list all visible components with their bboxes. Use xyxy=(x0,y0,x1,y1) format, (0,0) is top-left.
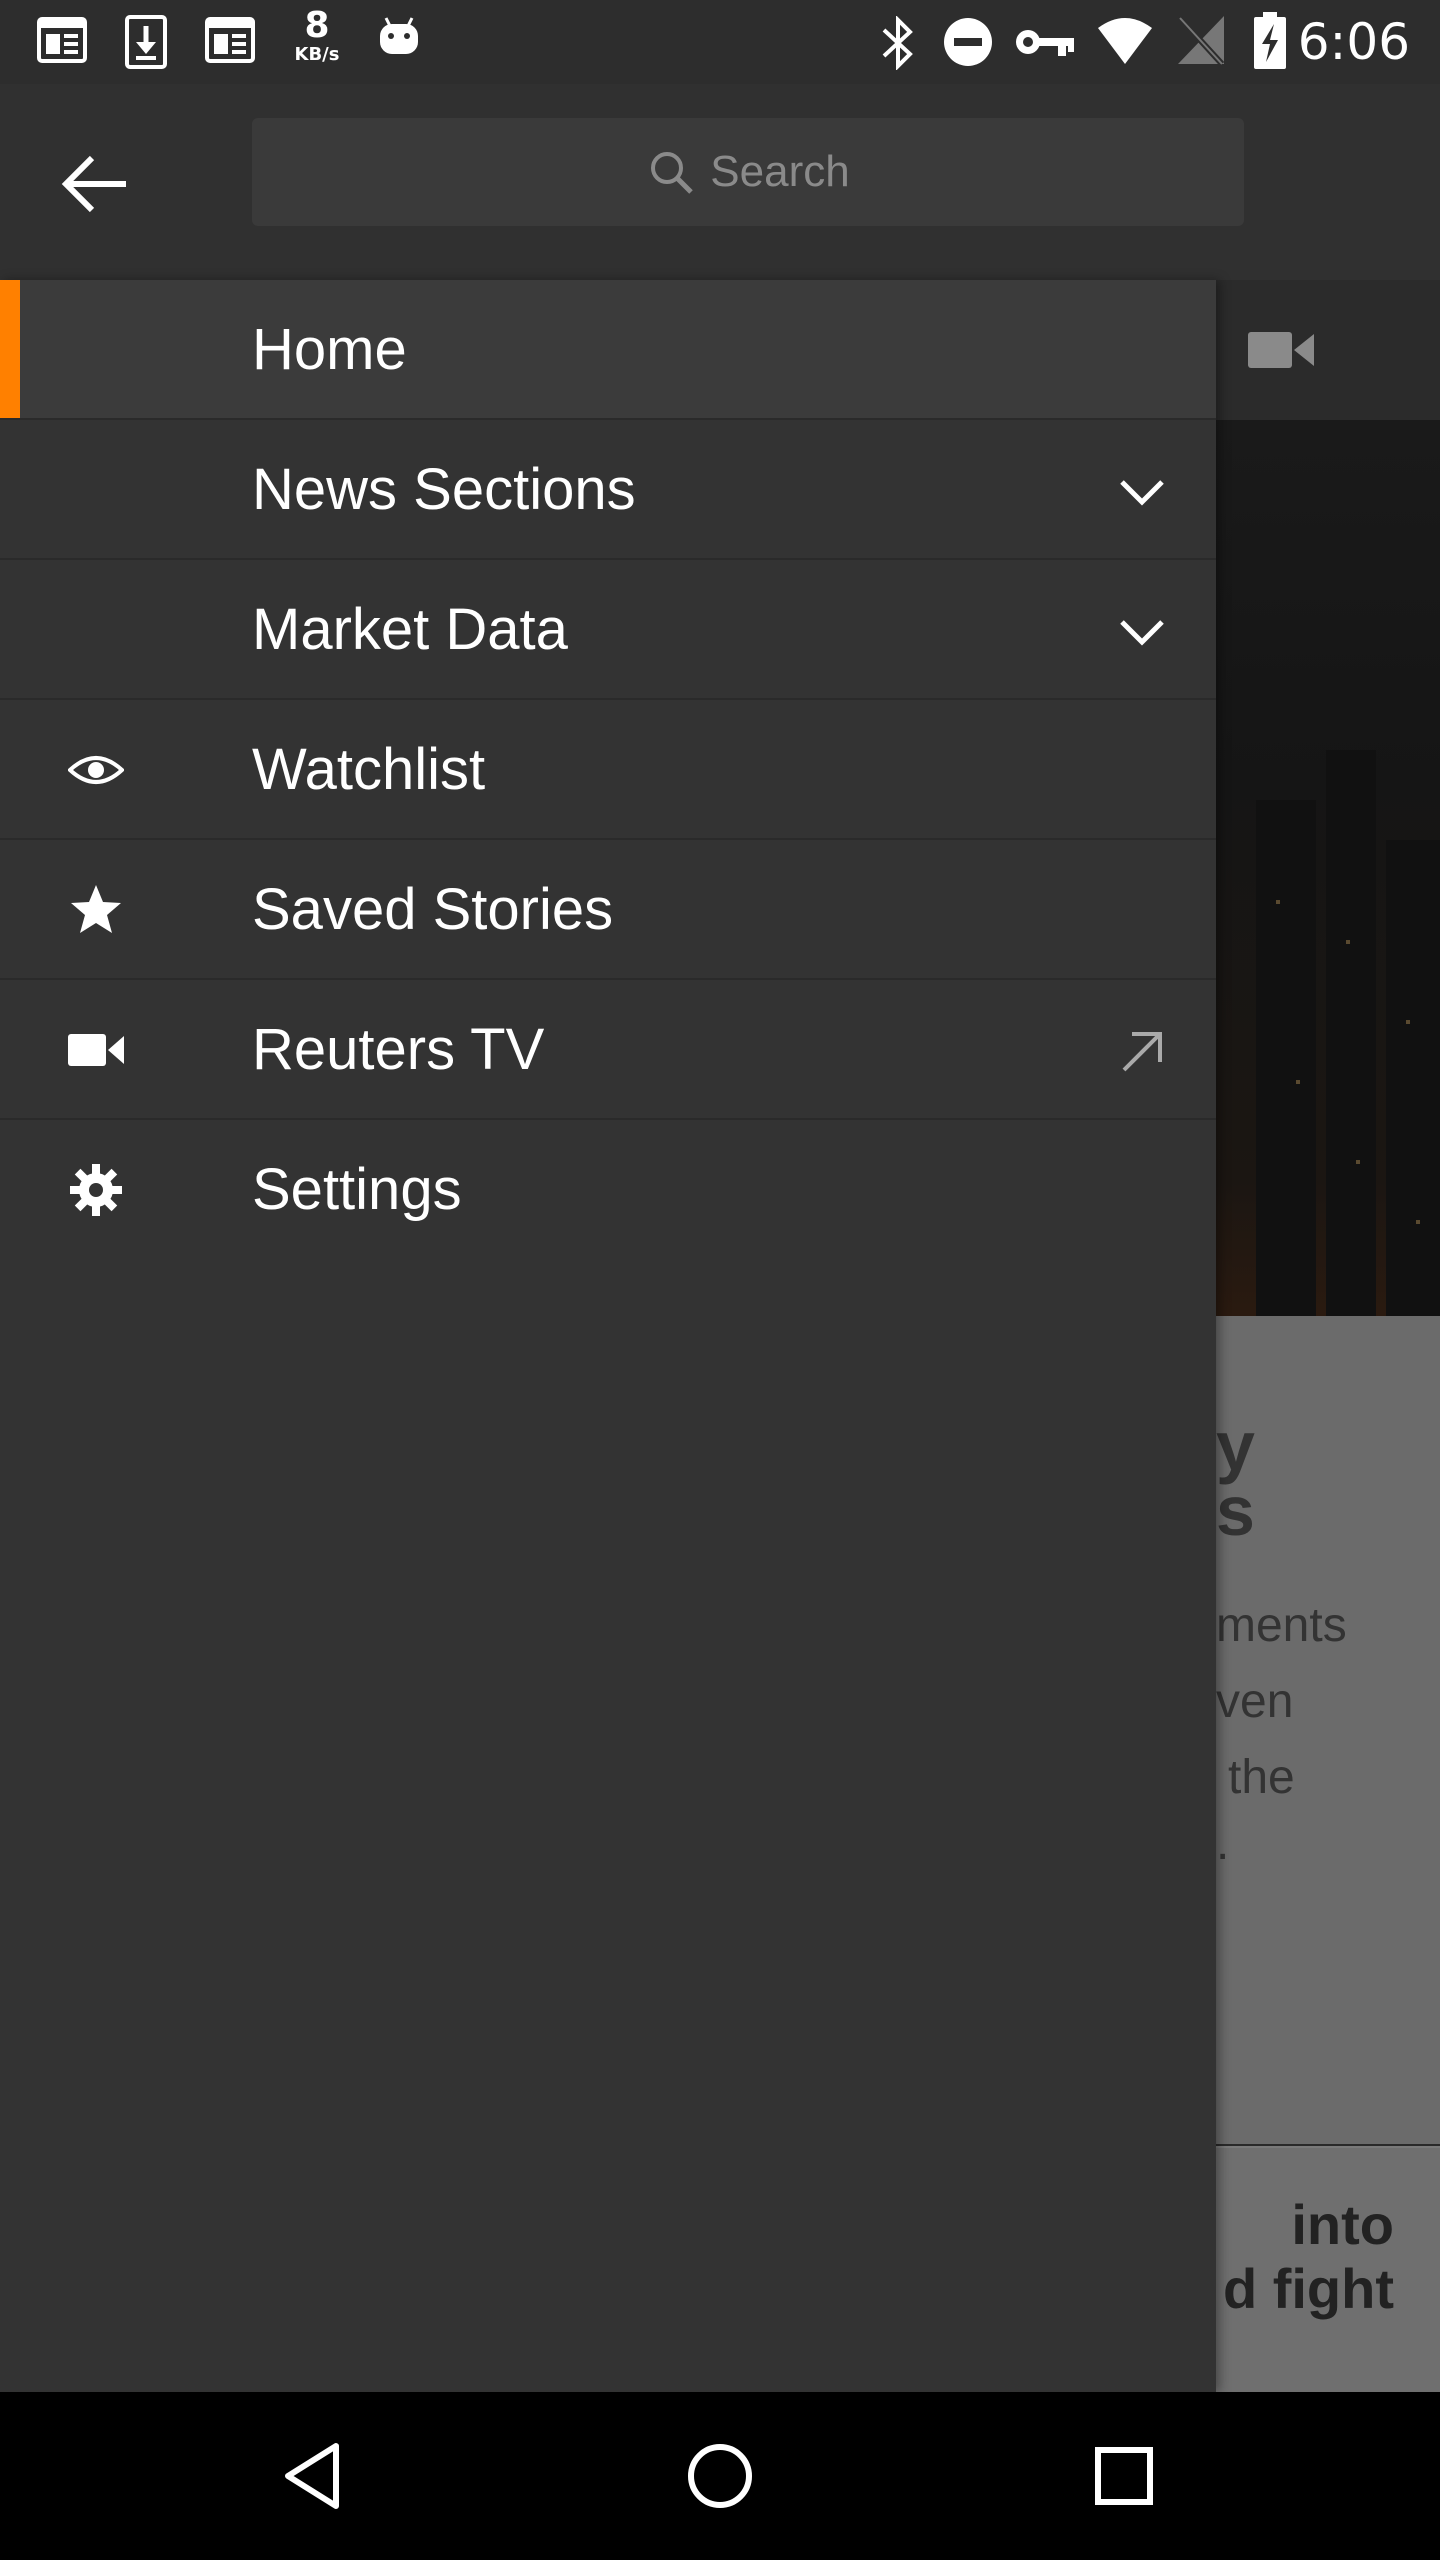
search-input[interactable]: Search xyxy=(252,118,1244,226)
do-not-disturb-icon xyxy=(944,18,992,66)
clock: 6:06 xyxy=(1297,13,1410,71)
back-arrow-icon[interactable] xyxy=(56,144,136,224)
search-icon xyxy=(651,152,694,194)
menu-item-reuters-tv[interactable]: Reuters TV xyxy=(0,980,1216,1120)
gear-icon xyxy=(70,1164,122,1216)
wifi-icon xyxy=(1098,18,1152,64)
active-indicator xyxy=(0,280,20,418)
top-bar: Search xyxy=(0,84,1440,280)
menu-item-label: Settings xyxy=(252,1157,462,1222)
card2-fragment-2: d fight xyxy=(1222,2257,1394,2320)
network-speed: 8 KB/s xyxy=(286,8,348,66)
menu-item-saved-stories[interactable]: Saved Stories xyxy=(0,840,1216,980)
menu-item-home[interactable]: Home xyxy=(0,280,1216,420)
menu-item-label: Reuters TV xyxy=(252,1017,545,1082)
menu-item-market-data[interactable]: Market Data xyxy=(0,560,1216,700)
video-camera-icon xyxy=(1248,332,1314,368)
external-link-arrow-icon xyxy=(1122,1032,1162,1072)
download-notification-icon xyxy=(125,15,167,69)
no-signal-icon xyxy=(1177,15,1225,66)
network-speed-unit: KB/s xyxy=(294,44,340,65)
vpn-key-icon xyxy=(1016,30,1074,56)
search-placeholder: Search xyxy=(710,147,850,196)
chevron-down-icon[interactable] xyxy=(1112,462,1172,522)
news-notification-icon xyxy=(37,17,87,63)
background-story-card-2: into d fight xyxy=(1216,2146,1440,2394)
menu-item-news-sections[interactable]: News Sections xyxy=(0,420,1216,560)
video-camera-icon xyxy=(68,1034,124,1066)
back-triangle-icon[interactable] xyxy=(276,2436,356,2516)
card-fragment-6: . xyxy=(1216,1817,1230,1870)
news-notification-icon-2 xyxy=(205,17,255,63)
card-fragment-2: s xyxy=(1216,1472,1255,1550)
menu-item-label: Saved Stories xyxy=(252,877,614,942)
card2-fragment-1: into xyxy=(1291,2193,1394,2256)
menu-item-settings[interactable]: Settings xyxy=(0,1120,1216,1260)
navigation-drawer: Home News Sections Market Data Watchlist… xyxy=(0,280,1216,2392)
menu-item-label: Home xyxy=(252,317,407,382)
home-circle-icon[interactable] xyxy=(680,2436,760,2516)
menu-item-watchlist[interactable]: Watchlist xyxy=(0,700,1216,840)
battery-charging-icon xyxy=(1254,12,1286,69)
background-hero-image xyxy=(1216,420,1440,1316)
chevron-down-icon[interactable] xyxy=(1112,602,1172,662)
system-navigation-bar xyxy=(0,2392,1440,2560)
menu-item-label: News Sections xyxy=(252,457,636,522)
eye-icon xyxy=(68,756,124,784)
android-icon xyxy=(380,17,418,54)
star-icon xyxy=(71,885,121,933)
card-fragment-3: ments xyxy=(1216,1599,1347,1652)
card-fragment-4: ven xyxy=(1216,1675,1294,1728)
status-bar: 8 KB/s 6:06 xyxy=(0,0,1440,84)
menu-item-label: Watchlist xyxy=(252,737,486,802)
network-speed-value: 8 xyxy=(304,5,330,46)
background-story-card: y s ments ven the . xyxy=(1216,1316,1440,2144)
menu-item-label: Market Data xyxy=(252,597,568,662)
recents-square-icon[interactable] xyxy=(1084,2436,1164,2516)
card-fragment-5: the xyxy=(1228,1751,1295,1804)
bluetooth-icon xyxy=(882,16,913,70)
